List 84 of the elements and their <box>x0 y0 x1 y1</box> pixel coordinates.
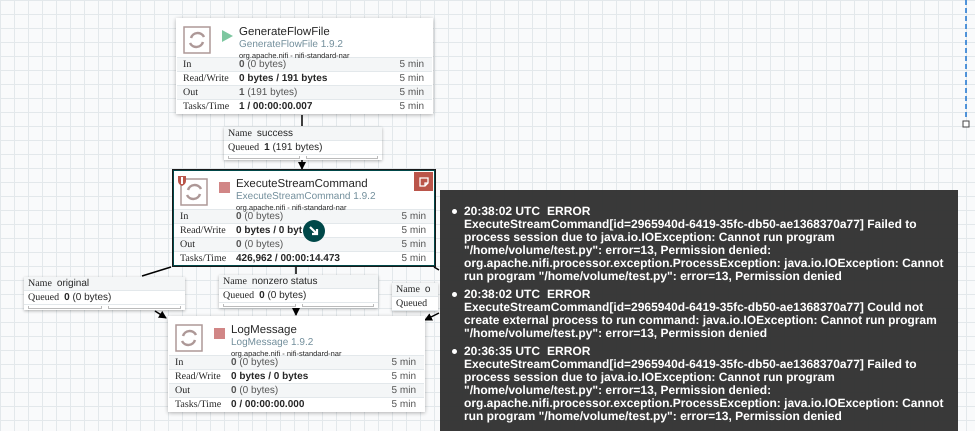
connection-line[interactable] <box>154 310 167 319</box>
field-label: Name <box>396 283 420 296</box>
stat-label: Tasks/Time <box>175 399 222 410</box>
connection-name: success <box>256 127 294 140</box>
stat-value: 1 / 00:00:00.007 <box>239 101 312 112</box>
connection-name: nonzero status <box>252 275 318 288</box>
bulletin-level: ERROR <box>547 345 590 358</box>
stat-label: In <box>180 211 190 222</box>
stat-period: 5 min <box>400 73 424 84</box>
field-label: Queued <box>28 291 60 304</box>
processor-icon <box>175 324 203 352</box>
stat-value: 0 (0 bytes) <box>231 357 278 368</box>
connection-label[interactable]: Name o Queued <box>392 283 438 311</box>
stat-period: 5 min <box>400 101 424 112</box>
connection-name: o <box>424 283 430 296</box>
stat-label: Read/Write <box>180 225 227 236</box>
bulletin-time: 20:38:02 UTC <box>464 288 540 301</box>
stat-value: 0 (0 bytes) <box>239 59 286 70</box>
stat-period: 5 min <box>392 371 416 382</box>
selection-handle[interactable] <box>962 0 970 128</box>
connection-name: original <box>56 277 90 290</box>
stat-label: Read/Write <box>183 73 230 84</box>
stat-value: 0 bytes / 191 bytes <box>239 73 328 84</box>
stat-label: Out <box>175 385 191 396</box>
bulletin-time: 20:36:35 UTC <box>464 345 540 358</box>
processor-name: LogMessage <box>231 325 298 336</box>
stat-label: In <box>183 59 192 70</box>
queued-count: 0 (0 bytes) <box>64 291 112 304</box>
connection-label[interactable]: Name success Queued 1 (191 bytes) <box>224 127 382 160</box>
connection-line[interactable] <box>298 160 306 170</box>
stat-value: 0 (0 bytes) <box>231 385 278 396</box>
field-label: Queued <box>396 297 428 310</box>
bullet-icon <box>452 292 457 297</box>
stat-period: 5 min <box>402 239 426 250</box>
stat-value: 0 / 00:00:00.000 <box>231 399 304 410</box>
stat-period: 5 min <box>392 357 416 368</box>
connection-line[interactable] <box>292 308 300 316</box>
processor-type: ExecuteStreamCommand 1.9.2 <box>236 192 376 202</box>
connection-line[interactable] <box>434 266 440 271</box>
bulletin-icon[interactable] <box>414 172 433 191</box>
stat-period: 5 min <box>402 225 426 236</box>
stat-label: Read/Write <box>175 371 222 382</box>
connection-label[interactable]: Name original Queued 0 (0 bytes) <box>24 277 185 310</box>
bulletin-level: ERROR <box>547 205 590 218</box>
bullet-icon <box>452 349 457 354</box>
stat-period: 5 min <box>400 59 424 70</box>
processor-icon <box>180 178 208 206</box>
stat-period: 5 min <box>400 87 424 98</box>
processor-type: LogMessage 1.9.2 <box>231 338 314 348</box>
processor-name: GenerateFlowFile <box>239 27 331 38</box>
processor-name: ExecuteStreamCommand <box>236 179 369 190</box>
field-label: Name <box>228 127 252 140</box>
bulletin-message: ExecuteStreamCommand[id=2965940d-6419-35fc-db50-ae1368370a77] Failed to process session due to java.io.IOException: Cannot run program "/home/volume/test.py": error=13, Permission denied: org.apache.nifi.processor.exception.ProcessException: java.io.IOException: Cannot run program "/home/volume/test.py": error=13, Permission denied <box>464 358 944 423</box>
stat-label: Tasks/Time <box>183 101 230 112</box>
bullet-icon <box>452 209 457 214</box>
connection-line[interactable] <box>424 312 440 321</box>
stat-value: 1 (191 bytes) <box>239 87 298 98</box>
stat-period: 5 min <box>392 399 416 410</box>
stat-label: Out <box>180 239 196 250</box>
queued-count: 1 (191 bytes) <box>264 141 322 154</box>
field-label: Name <box>223 275 247 288</box>
bulletin-time: 20:38:02 UTC <box>464 205 540 218</box>
stat-value: 0 (0 bytes) <box>236 211 284 222</box>
stat-value: 0 (0 bytes) <box>236 239 284 250</box>
field-label: Name <box>28 277 52 290</box>
processor-icon <box>183 26 211 54</box>
field-label: Queued <box>223 289 254 302</box>
processor-type: GenerateFlowFile 1.9.2 <box>239 40 344 50</box>
stat-period: 5 min <box>402 253 426 264</box>
stat-label: In <box>175 357 184 368</box>
stat-period: 5 min <box>402 211 426 222</box>
bulletin-level: ERROR <box>547 288 590 301</box>
stat-period: 5 min <box>392 385 416 396</box>
connection-label[interactable]: Name nonzero status Queued 0 (0 bytes) <box>219 275 378 308</box>
stat-label: Out <box>183 87 199 98</box>
stat-label: Tasks/Time <box>180 253 228 264</box>
stat-value: 0 bytes / 0 bytes <box>231 371 308 382</box>
bulletin-message: ExecuteStreamCommand[id=2965940d-6419-35fc-db50-ae1368370a77] Failed to process session due to java.io.IOException: Cannot run program "/home/volume/test.py": error=13, Permission denied: org.apache.nifi.processor.exception.ProcessException: java.io.IOException: Cannot run program "/home/volume/test.py": error=13, Permission denied <box>464 218 944 283</box>
queued-count: 0 (0 bytes) <box>259 289 306 302</box>
field-label: Queued <box>228 141 260 154</box>
stat-value: 0 bytes / 0 byt <box>236 225 302 236</box>
stat-value: 426,962 / 00:00:14.473 <box>236 253 340 264</box>
connection-line[interactable] <box>142 266 172 277</box>
bulletin-message: ExecuteStreamCommand[id=2965940d-6419-35fc-db50-ae1368370a77] Could not create external process to run command: java.io.IOException: Cannot run program "/home/volume/test.py": error=13, Permission denied <box>464 301 938 340</box>
